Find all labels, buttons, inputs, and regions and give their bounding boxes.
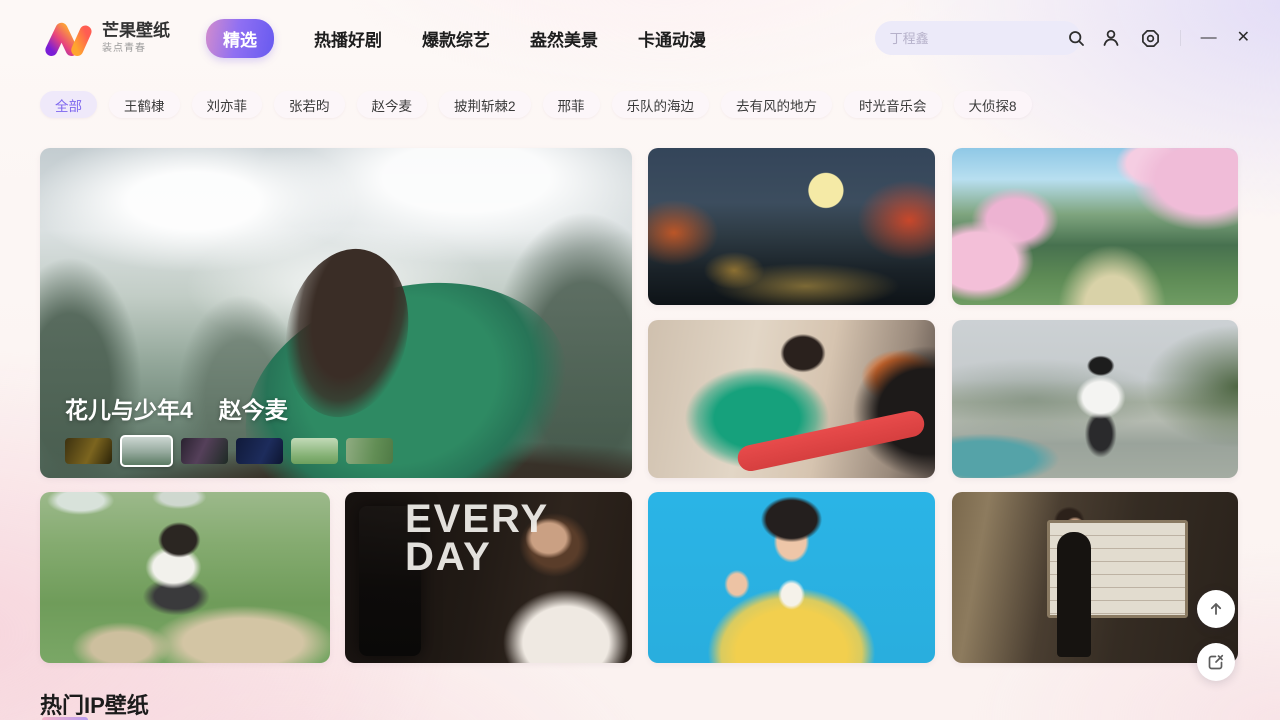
chip-band-seaside[interactable]: 乐队的海边 [612,91,710,118]
wallpaper-card-camping[interactable] [40,492,330,663]
search-box[interactable] [875,21,1081,55]
hero-show-name: 花儿与少年4 [65,391,193,425]
back-to-top-button[interactable] [1197,590,1235,628]
mango-logo-icon [44,17,92,59]
wallpaper-card-ok-gesture-boy[interactable] [648,492,935,663]
header-right-cluster: — ✕ [875,0,1250,76]
header-bar: 芒果壁纸 装点青春 精选 热播好剧 爆款综艺 盎然美景 卡通动漫 [0,0,1280,76]
chip-all[interactable]: 全部 [40,91,97,118]
filter-chip-row: 全部 王鹤棣 刘亦菲 张若昀 赵今麦 披荆斩棘2 邢菲 乐队的海边 去有风的地方… [40,91,1032,118]
chip-xing-fei[interactable]: 邢菲 [543,91,600,118]
hero-thumbnail-strip [65,435,393,467]
wallpaper-card-poolside-walk[interactable] [952,320,1238,478]
wallpaper-card-sakura-valley[interactable] [952,148,1238,305]
chip-wang-hedi[interactable]: 王鹤棣 [109,91,180,118]
chip-time-concert[interactable]: 时光音乐会 [844,91,942,118]
nav-tab-hot-dramas[interactable]: 热播好剧 [314,26,382,51]
wallpaper-card-coffee-girl[interactable]: EVERY DAY [345,492,632,663]
chip-call-me-by-fire2[interactable]: 披荆斩棘2 [439,91,531,118]
chip-zhang-ruoyun[interactable]: 张若昀 [274,91,345,118]
chip-detective8[interactable]: 大侦探8 [954,91,1032,118]
main-nav: 精选 热播好剧 爆款综艺 盎然美景 卡通动漫 [206,19,706,58]
edit-square-icon [1208,654,1224,670]
settings-icon[interactable] [1141,29,1160,48]
hero-title: 花儿与少年4 赵今麦 [65,391,288,425]
user-icon[interactable] [1101,28,1121,48]
wallpaper-card-office-woman[interactable] [952,492,1238,663]
close-button[interactable]: ✕ [1237,30,1250,46]
app-subtitle: 装点青春 [102,43,170,55]
chip-liu-yifei[interactable]: 刘亦菲 [192,91,263,118]
wallpaper-card-night-pagoda[interactable] [648,148,935,305]
section-title-hot-ip: 热门IP壁纸 [40,688,149,720]
nav-tab-cartoon[interactable]: 卡通动漫 [638,26,706,51]
hero-thumbnail[interactable] [65,438,112,464]
hero-star-name: 赵今麦 [219,391,288,425]
search-icon[interactable] [1068,30,1085,47]
app-title: 芒果壁纸 [102,21,170,41]
chip-zhao-jinmai[interactable]: 赵今麦 [357,91,428,118]
hero-thumbnail-selected[interactable] [120,435,173,467]
chip-meet-yourself[interactable]: 去有风的地方 [721,91,832,118]
hero-thumbnail[interactable] [236,438,283,464]
hero-thumbnail[interactable] [181,438,228,464]
minimize-button[interactable]: — [1201,30,1217,46]
hero-thumbnail[interactable] [346,438,393,464]
feedback-button[interactable] [1197,643,1235,681]
window-controls-divider [1180,30,1181,46]
hero-wallpaper-card[interactable]: 花儿与少年4 赵今麦 [40,148,632,478]
search-input[interactable] [888,30,1068,47]
nav-tab-featured[interactable]: 精选 [206,19,274,58]
everyday-sign-text: EVERY DAY [405,500,549,576]
nav-tab-scenery[interactable]: 盎然美景 [530,26,598,51]
wallpaper-card-guitar-boy[interactable] [648,320,935,478]
hero-thumbnail[interactable] [291,438,338,464]
up-arrow-icon [1208,601,1224,617]
app-logo[interactable]: 芒果壁纸 装点青春 [44,17,170,59]
nav-tab-variety-shows[interactable]: 爆款综艺 [422,26,490,51]
